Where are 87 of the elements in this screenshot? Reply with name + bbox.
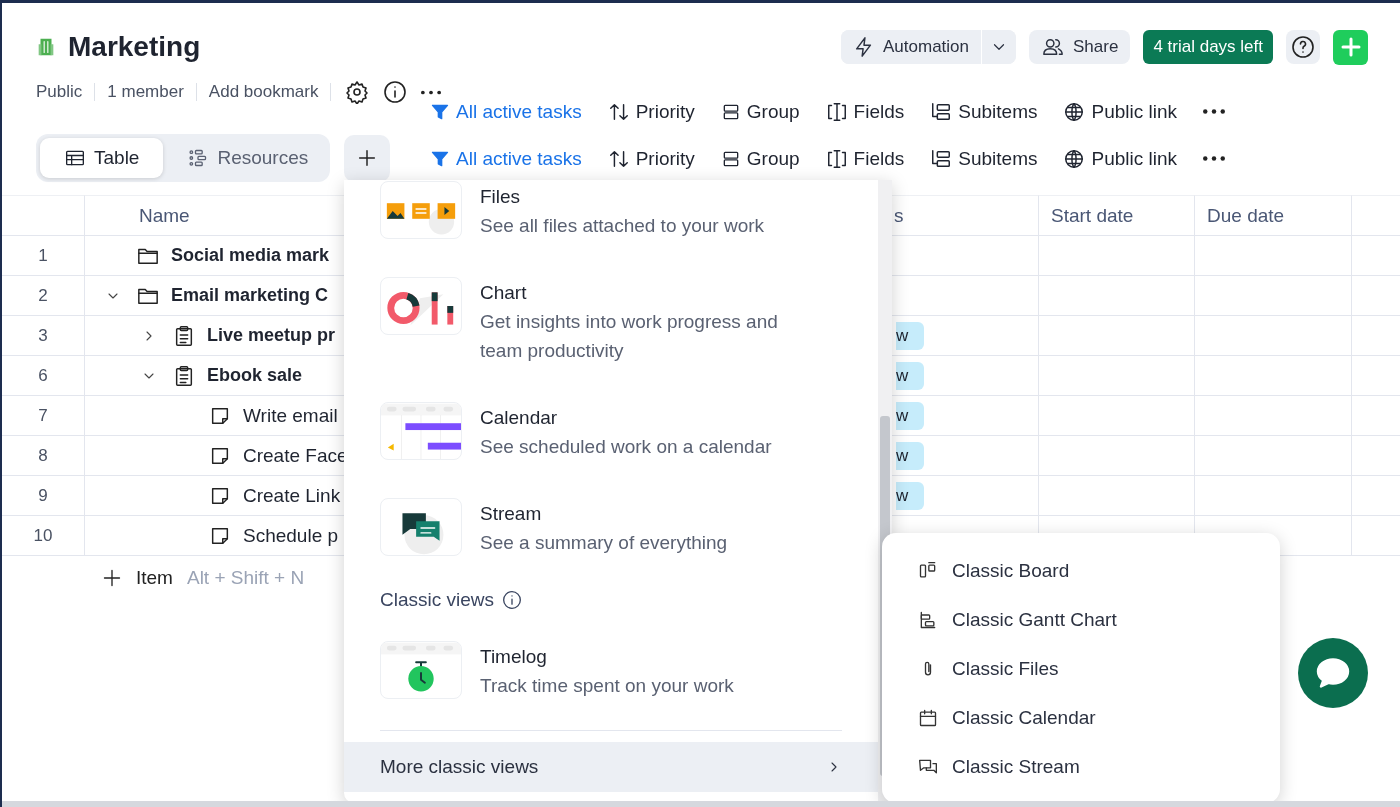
toolbar-button[interactable]: All active tasks bbox=[430, 100, 582, 123]
toolbar-button[interactable]: Public link bbox=[1063, 100, 1178, 123]
toolbar-button[interactable]: Subitems bbox=[930, 147, 1038, 170]
meta-link[interactable]: 1 member bbox=[107, 82, 184, 102]
view-tab[interactable]: Table bbox=[40, 138, 164, 178]
share-button[interactable]: Share bbox=[1029, 30, 1131, 64]
row-number: 7 bbox=[38, 405, 48, 426]
fields-icon bbox=[825, 147, 848, 170]
shortcut-hint: Alt + Shift + N bbox=[186, 566, 305, 589]
column-header: s bbox=[893, 204, 904, 227]
toolbar-button[interactable]: Fields bbox=[825, 100, 905, 123]
toolbar-button[interactable]: Priority bbox=[607, 147, 695, 170]
item-name: Create Link bbox=[243, 484, 341, 507]
view-option[interactable]: Timelog Track time spent on your work bbox=[344, 640, 878, 701]
toolbar-button[interactable]: All active tasks bbox=[430, 147, 582, 170]
view-option[interactable]: Stream See a summary of everything bbox=[344, 497, 878, 558]
toolbar-button[interactable]: Group bbox=[720, 147, 800, 170]
view-option[interactable]: Files See all files attached to your work bbox=[344, 180, 878, 241]
calendar-icon bbox=[918, 707, 938, 728]
more-icon bbox=[1203, 156, 1226, 161]
row-number: 9 bbox=[38, 485, 48, 506]
status-tag: w bbox=[896, 481, 924, 510]
menu-item[interactable]: Classic Files bbox=[882, 644, 1280, 693]
item-name: Live meetup pr bbox=[207, 325, 336, 346]
column-header: Name bbox=[138, 204, 190, 227]
globe-icon bbox=[1063, 100, 1086, 123]
clipboard-icon bbox=[173, 323, 195, 348]
meta-link[interactable]: Add bookmark bbox=[208, 82, 319, 102]
more-button[interactable] bbox=[1203, 109, 1226, 114]
menu-item[interactable]: Classic Stream bbox=[882, 742, 1280, 791]
plus-icon bbox=[102, 567, 122, 588]
toolbar-button[interactable]: Group bbox=[720, 100, 800, 123]
page-title: Marketing bbox=[68, 31, 201, 63]
clipboard-icon bbox=[173, 363, 195, 388]
toolbar-button[interactable]: Subitems bbox=[930, 100, 1038, 123]
row-number: 2 bbox=[38, 285, 48, 306]
row-number: 3 bbox=[38, 325, 48, 346]
trial-button[interactable]: 4 trial days left bbox=[1143, 30, 1273, 64]
toolbar-button[interactable]: Public link bbox=[1063, 147, 1178, 170]
meta-link[interactable]: Public bbox=[36, 82, 83, 102]
row-number: 8 bbox=[38, 445, 48, 466]
more-button[interactable] bbox=[1203, 156, 1226, 161]
subitems-icon bbox=[930, 147, 953, 170]
item-name: Email marketing C bbox=[171, 285, 329, 306]
menu-item[interactable]: Classic Calendar bbox=[882, 693, 1280, 742]
speech-bubble-icon bbox=[1314, 655, 1352, 691]
info-icon bbox=[502, 589, 523, 610]
fields-icon bbox=[825, 100, 848, 123]
info-icon bbox=[383, 80, 408, 104]
help-button[interactable] bbox=[1286, 30, 1320, 64]
column-header: Due date bbox=[1206, 204, 1285, 227]
status-tag: w bbox=[896, 361, 924, 390]
table-icon bbox=[64, 148, 86, 168]
automation-button[interactable]: Automation bbox=[841, 30, 982, 64]
view-option[interactable]: Chart Get insights into work progress and team productivity bbox=[344, 276, 878, 366]
people-icon bbox=[1041, 36, 1065, 58]
section-label: Classic views bbox=[380, 588, 495, 611]
row-number: 6 bbox=[38, 365, 48, 386]
view-tab[interactable]: Resources bbox=[163, 138, 333, 178]
help-icon bbox=[1291, 35, 1315, 59]
more-icon bbox=[421, 89, 442, 95]
toolbar-button[interactable]: Priority bbox=[607, 100, 695, 123]
status-tag: w bbox=[896, 441, 924, 470]
status-tag: w bbox=[896, 401, 924, 430]
board-icon bbox=[918, 560, 938, 581]
item-name: Ebook sale bbox=[207, 365, 303, 386]
toolbar-button[interactable]: Fields bbox=[825, 147, 905, 170]
menu-item[interactable]: Classic Board bbox=[882, 546, 1280, 595]
add-item-button[interactable]: Item bbox=[102, 566, 173, 589]
row-number: 1 bbox=[38, 245, 48, 266]
item-name: Write email bbox=[243, 404, 338, 427]
more-classic-views-item[interactable]: More classic views bbox=[344, 742, 878, 792]
column-header: Start date bbox=[1050, 204, 1134, 227]
gantt-icon bbox=[918, 609, 938, 630]
view-option[interactable]: Calendar See scheduled work on a calendar bbox=[344, 401, 878, 462]
row-number: 10 bbox=[33, 525, 53, 546]
building-icon bbox=[36, 36, 56, 58]
status-tag: w bbox=[896, 321, 924, 350]
item-name: Social media mark bbox=[171, 245, 330, 266]
menu-item[interactable]: Classic Gantt Chart bbox=[882, 595, 1280, 644]
add-view-button[interactable] bbox=[344, 134, 390, 182]
settings-icon bbox=[345, 80, 370, 104]
item-name: Schedule p bbox=[243, 524, 339, 547]
subitems-icon bbox=[930, 100, 953, 123]
globe-icon bbox=[1063, 147, 1086, 170]
plus-icon bbox=[356, 147, 378, 169]
more-icon bbox=[1203, 109, 1226, 114]
